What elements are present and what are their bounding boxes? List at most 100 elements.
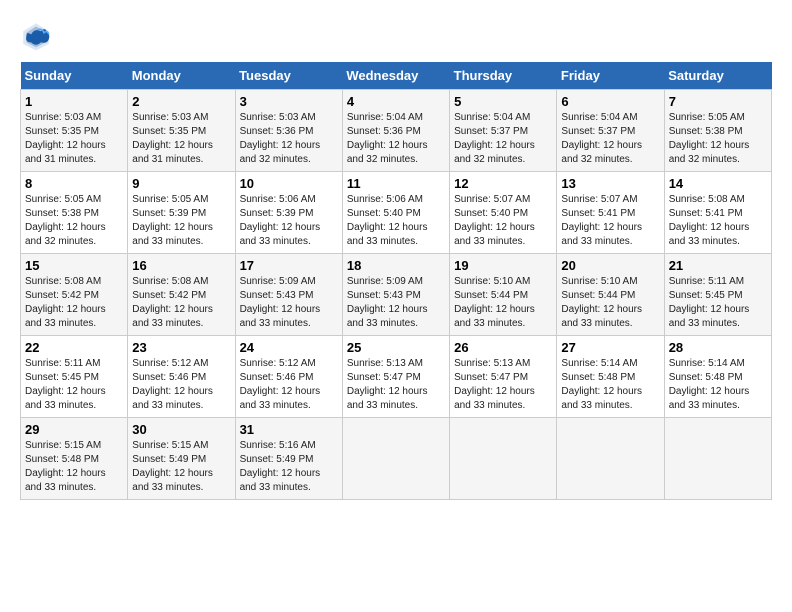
day-number: 26 — [454, 340, 552, 355]
calendar-cell: 14 Sunrise: 5:08 AM Sunset: 5:41 PM Dayli… — [664, 172, 771, 254]
day-info: Sunrise: 5:06 AM Sunset: 5:40 PM Dayligh… — [347, 193, 445, 249]
day-info: Sunrise: 5:07 AM Sunset: 5:40 PM Dayligh… — [454, 193, 552, 249]
calendar-cell: 3 Sunrise: 5:03 AM Sunset: 5:36 PM Daylig… — [235, 90, 342, 172]
day-info: Sunrise: 5:04 AM Sunset: 5:36 PM Dayligh… — [347, 111, 445, 167]
day-info: Sunrise: 5:08 AM Sunset: 5:41 PM Dayligh… — [669, 193, 767, 249]
day-number: 8 — [25, 176, 123, 191]
calendar-week-row: 8 Sunrise: 5:05 AM Sunset: 5:38 PM Daylig… — [21, 172, 772, 254]
calendar-cell: 22Sunrise: 5:11 AM Sunset: 5:45 PM Dayli… — [21, 336, 128, 418]
logo — [20, 20, 56, 52]
column-header-thursday: Thursday — [450, 62, 557, 90]
calendar-cell — [664, 418, 771, 500]
day-info: Sunrise: 5:15 AM Sunset: 5:48 PM Dayligh… — [25, 439, 123, 495]
calendar-cell: 31 Sunrise: 5:16 AM Sunset: 5:49 PM Dayli… — [235, 418, 342, 500]
calendar-week-row: 15 Sunrise: 5:08 AM Sunset: 5:42 PM Dayli… — [21, 254, 772, 336]
header — [20, 20, 772, 52]
day-number: 6 — [561, 94, 659, 109]
calendar-week-row: 29Sunrise: 5:15 AM Sunset: 5:48 PM Dayli… — [21, 418, 772, 500]
calendar-cell: 17 Sunrise: 5:09 AM Sunset: 5:43 PM Dayli… — [235, 254, 342, 336]
day-info: Sunrise: 5:14 AM Sunset: 5:48 PM Dayligh… — [561, 357, 659, 413]
day-number: 24 — [240, 340, 338, 355]
column-header-sunday: Sunday — [21, 62, 128, 90]
calendar-cell: 11 Sunrise: 5:06 AM Sunset: 5:40 PM Dayli… — [342, 172, 449, 254]
day-number: 14 — [669, 176, 767, 191]
calendar-cell: 19 Sunrise: 5:10 AM Sunset: 5:44 PM Dayli… — [450, 254, 557, 336]
day-number: 11 — [347, 176, 445, 191]
day-number: 13 — [561, 176, 659, 191]
day-number: 4 — [347, 94, 445, 109]
calendar-cell — [342, 418, 449, 500]
day-number: 17 — [240, 258, 338, 273]
calendar-cell: 27 Sunrise: 5:14 AM Sunset: 5:48 PM Dayli… — [557, 336, 664, 418]
day-info: Sunrise: 5:08 AM Sunset: 5:42 PM Dayligh… — [132, 275, 230, 331]
day-info: Sunrise: 5:03 AM Sunset: 5:36 PM Dayligh… — [240, 111, 338, 167]
day-number: 19 — [454, 258, 552, 273]
day-info: Sunrise: 5:10 AM Sunset: 5:44 PM Dayligh… — [454, 275, 552, 331]
day-number: 25 — [347, 340, 445, 355]
day-info: Sunrise: 5:12 AM Sunset: 5:46 PM Dayligh… — [132, 357, 230, 413]
calendar-cell: 13 Sunrise: 5:07 AM Sunset: 5:41 PM Dayli… — [557, 172, 664, 254]
calendar-week-row: 1 Sunrise: 5:03 AM Sunset: 5:35 PM Daylig… — [21, 90, 772, 172]
day-number: 23 — [132, 340, 230, 355]
calendar-cell — [450, 418, 557, 500]
day-info: Sunrise: 5:05 AM Sunset: 5:38 PM Dayligh… — [669, 111, 767, 167]
day-info: Sunrise: 5:10 AM Sunset: 5:44 PM Dayligh… — [561, 275, 659, 331]
day-number: 21 — [669, 258, 767, 273]
day-info: Sunrise: 5:03 AM Sunset: 5:35 PM Dayligh… — [132, 111, 230, 167]
day-info: Sunrise: 5:09 AM Sunset: 5:43 PM Dayligh… — [347, 275, 445, 331]
day-number: 31 — [240, 422, 338, 437]
calendar-table: SundayMondayTuesdayWednesdayThursdayFrid… — [20, 62, 772, 500]
day-info: Sunrise: 5:12 AM Sunset: 5:46 PM Dayligh… — [240, 357, 338, 413]
day-number: 22 — [25, 340, 123, 355]
day-info: Sunrise: 5:16 AM Sunset: 5:49 PM Dayligh… — [240, 439, 338, 495]
calendar-cell: 15 Sunrise: 5:08 AM Sunset: 5:42 PM Dayli… — [21, 254, 128, 336]
calendar-cell: 29Sunrise: 5:15 AM Sunset: 5:48 PM Dayli… — [21, 418, 128, 500]
logo-icon — [20, 20, 52, 52]
calendar-cell: 16 Sunrise: 5:08 AM Sunset: 5:42 PM Dayli… — [128, 254, 235, 336]
day-number: 15 — [25, 258, 123, 273]
day-number: 9 — [132, 176, 230, 191]
day-info: Sunrise: 5:08 AM Sunset: 5:42 PM Dayligh… — [25, 275, 123, 331]
calendar-cell: 10Sunrise: 5:06 AM Sunset: 5:39 PM Dayli… — [235, 172, 342, 254]
day-number: 12 — [454, 176, 552, 191]
calendar-cell: 4 Sunrise: 5:04 AM Sunset: 5:36 PM Daylig… — [342, 90, 449, 172]
day-info: Sunrise: 5:15 AM Sunset: 5:49 PM Dayligh… — [132, 439, 230, 495]
day-number: 16 — [132, 258, 230, 273]
calendar-cell: 6 Sunrise: 5:04 AM Sunset: 5:37 PM Daylig… — [557, 90, 664, 172]
column-header-monday: Monday — [128, 62, 235, 90]
day-info: Sunrise: 5:07 AM Sunset: 5:41 PM Dayligh… — [561, 193, 659, 249]
day-info: Sunrise: 5:09 AM Sunset: 5:43 PM Dayligh… — [240, 275, 338, 331]
calendar-cell: 28Sunrise: 5:14 AM Sunset: 5:48 PM Dayli… — [664, 336, 771, 418]
calendar-cell: 18Sunrise: 5:09 AM Sunset: 5:43 PM Dayli… — [342, 254, 449, 336]
calendar-cell: 24 Sunrise: 5:12 AM Sunset: 5:46 PM Dayli… — [235, 336, 342, 418]
day-info: Sunrise: 5:13 AM Sunset: 5:47 PM Dayligh… — [347, 357, 445, 413]
day-info: Sunrise: 5:04 AM Sunset: 5:37 PM Dayligh… — [561, 111, 659, 167]
column-header-wednesday: Wednesday — [342, 62, 449, 90]
day-info: Sunrise: 5:05 AM Sunset: 5:38 PM Dayligh… — [25, 193, 123, 249]
calendar-cell: 7 Sunrise: 5:05 AM Sunset: 5:38 PM Daylig… — [664, 90, 771, 172]
day-number: 1 — [25, 94, 123, 109]
calendar-cell: 8 Sunrise: 5:05 AM Sunset: 5:38 PM Daylig… — [21, 172, 128, 254]
day-info: Sunrise: 5:05 AM Sunset: 5:39 PM Dayligh… — [132, 193, 230, 249]
column-header-friday: Friday — [557, 62, 664, 90]
calendar-cell: 9 Sunrise: 5:05 AM Sunset: 5:39 PM Daylig… — [128, 172, 235, 254]
calendar-cell: 1 Sunrise: 5:03 AM Sunset: 5:35 PM Daylig… — [21, 90, 128, 172]
day-info: Sunrise: 5:03 AM Sunset: 5:35 PM Dayligh… — [25, 111, 123, 167]
day-number: 7 — [669, 94, 767, 109]
day-number: 20 — [561, 258, 659, 273]
calendar-cell: 25 Sunrise: 5:13 AM Sunset: 5:47 PM Dayli… — [342, 336, 449, 418]
calendar-cell — [557, 418, 664, 500]
calendar-cell: 21 Sunrise: 5:11 AM Sunset: 5:45 PM Dayli… — [664, 254, 771, 336]
calendar-cell: 5Sunrise: 5:04 AM Sunset: 5:37 PM Daylig… — [450, 90, 557, 172]
day-number: 3 — [240, 94, 338, 109]
day-info: Sunrise: 5:11 AM Sunset: 5:45 PM Dayligh… — [669, 275, 767, 331]
day-number: 30 — [132, 422, 230, 437]
day-info: Sunrise: 5:13 AM Sunset: 5:47 PM Dayligh… — [454, 357, 552, 413]
column-header-tuesday: Tuesday — [235, 62, 342, 90]
calendar-cell: 12 Sunrise: 5:07 AM Sunset: 5:40 PM Dayli… — [450, 172, 557, 254]
day-info: Sunrise: 5:06 AM Sunset: 5:39 PM Dayligh… — [240, 193, 338, 249]
day-number: 27 — [561, 340, 659, 355]
calendar-cell: 20 Sunrise: 5:10 AM Sunset: 5:44 PM Dayli… — [557, 254, 664, 336]
calendar-header-row: SundayMondayTuesdayWednesdayThursdayFrid… — [21, 62, 772, 90]
day-number: 28 — [669, 340, 767, 355]
